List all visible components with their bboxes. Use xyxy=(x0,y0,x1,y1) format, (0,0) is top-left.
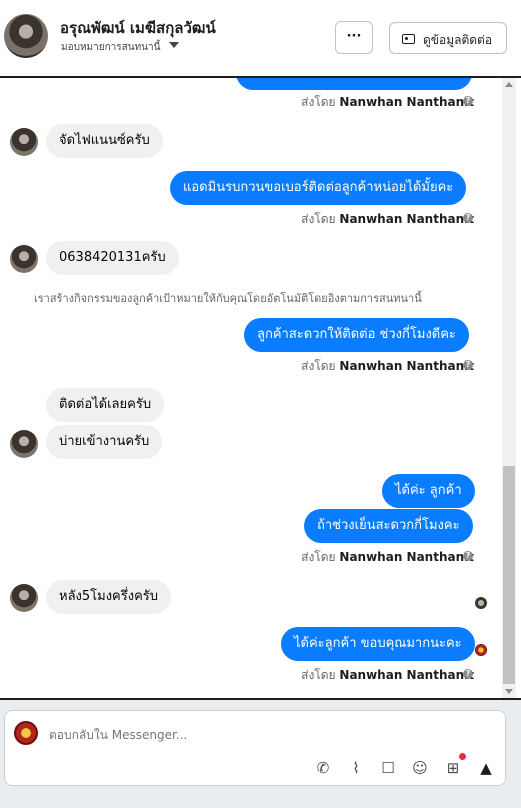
view-contact-info-label: ดูข้อมูลติดต่อ xyxy=(423,33,493,47)
sent-by-label: ส่งโดย Nanwhan Nanthanit xyxy=(301,668,474,682)
incoming-message: บ่ายเข้างานครับ xyxy=(46,425,163,459)
incoming-message: หลัง5โมงครึ่งครับ xyxy=(46,580,172,614)
outgoing-message: ได้ค่ะ ลูกค้า xyxy=(382,474,475,508)
contact-card-icon xyxy=(402,34,415,44)
scroll-down-arrow-icon[interactable] xyxy=(505,689,513,694)
sent-by-label: ส่งโดย Nanwhan Nanthanit xyxy=(301,212,474,226)
thumbs-up-icon[interactable]: ▲ xyxy=(475,757,497,779)
page-read-receipt-avatar xyxy=(475,644,487,656)
help-icon[interactable]: ? xyxy=(463,669,473,679)
sent-by-label: ส่งโดย Nanwhan Nanthanit xyxy=(301,359,474,373)
outgoing-message: ถ้าช่วงเย็นสะดวกกี่โมงคะ xyxy=(304,509,473,543)
system-activity-note: เราสร้างกิจกรรมของลูกค้าเป้าหมายให้กับคุ… xyxy=(34,292,422,305)
outgoing-message: แอดมินรบกวนขอเบอร์ติดต่อลูกค้าหน่อยได้มั… xyxy=(170,171,467,205)
paperclip-icon[interactable]: ⌇ xyxy=(345,757,367,779)
contact-avatar-small xyxy=(10,128,38,156)
notification-dot xyxy=(459,753,466,760)
help-icon[interactable]: ? xyxy=(463,360,473,370)
chat-bubble-icon[interactable]: ☐ xyxy=(377,757,399,779)
view-contact-info-button[interactable]: ดูข้อมูลติดต่อ xyxy=(389,22,507,54)
contact-avatar-small xyxy=(10,430,38,458)
smiley-icon[interactable]: ☺ xyxy=(409,757,431,779)
chevron-down-icon[interactable] xyxy=(169,42,179,48)
scrollbar-thumb[interactable] xyxy=(503,466,515,684)
reply-composer: ✆ ⌇ ☐ ☺ ⊞ ▲ xyxy=(4,710,506,786)
contact-avatar-small xyxy=(10,245,38,273)
sent-by-label: ส่งโดย Nanwhan Nanthanit xyxy=(301,95,474,109)
incoming-message: 0638420131ครับ xyxy=(46,241,179,275)
sent-by-label: ส่งโดย Nanwhan Nanthanit xyxy=(301,550,474,564)
contact-avatar[interactable] xyxy=(4,14,48,58)
message-thread[interactable]: ส่งโดย Nanwhan Nanthanit ? จัดไฟแนนซ์ครั… xyxy=(0,78,521,700)
scroll-up-arrow-icon[interactable] xyxy=(505,82,513,87)
outgoing-message: ได้ค่ะลูกค้า ขอบคุณมากนะคะ xyxy=(281,627,475,661)
assign-conversation-label[interactable]: มอบหมายการสนทนานี้ xyxy=(61,40,160,55)
more-options-button[interactable]: ··· xyxy=(335,21,373,54)
incoming-message: ติดต่อได้เลยครับ xyxy=(46,388,165,422)
help-icon[interactable]: ? xyxy=(463,551,473,561)
incoming-message: จัดไฟแนนซ์ครับ xyxy=(46,124,163,158)
outgoing-message-partial xyxy=(236,78,472,90)
contact-name[interactable]: อรุณพัฒน์ เมฆีสกุลวัฒน์ xyxy=(60,16,216,40)
phone-plus-icon[interactable]: ✆ xyxy=(312,757,334,779)
read-receipt-avatar xyxy=(475,597,487,609)
help-icon[interactable]: ? xyxy=(463,213,473,223)
outgoing-message: ลูกค้าสะดวกให้ติดต่อ ช่วงกี่โมงดีคะ xyxy=(244,318,469,352)
help-icon[interactable]: ? xyxy=(463,96,473,106)
reply-input[interactable] xyxy=(49,727,449,743)
contact-avatar-small xyxy=(10,584,38,612)
cart-plus-icon[interactable]: ⊞ xyxy=(442,757,464,779)
conversation-header: อรุณพัฒน์ เมฆีสกุลวัฒน์ มอบหมายการสนทนาน… xyxy=(0,0,521,78)
page-avatar xyxy=(14,721,38,745)
